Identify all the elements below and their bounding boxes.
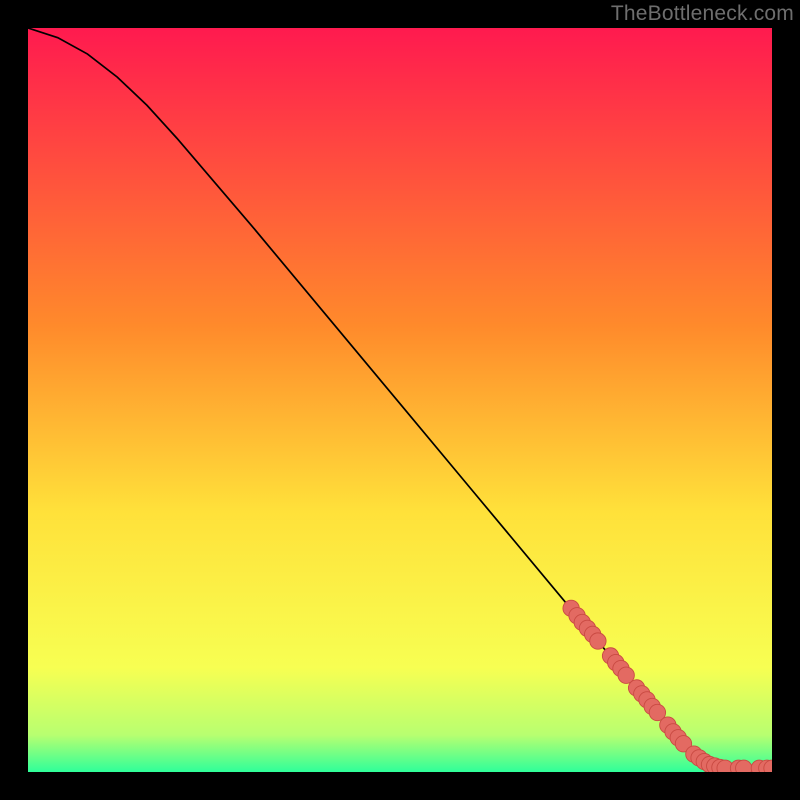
- chart-point: [590, 633, 606, 649]
- watermark-text: TheBottleneck.com: [611, 2, 794, 26]
- chart-point: [736, 760, 752, 772]
- chart-background: [28, 28, 772, 772]
- chart-svg: [28, 28, 772, 772]
- chart-plot-area: [28, 28, 772, 772]
